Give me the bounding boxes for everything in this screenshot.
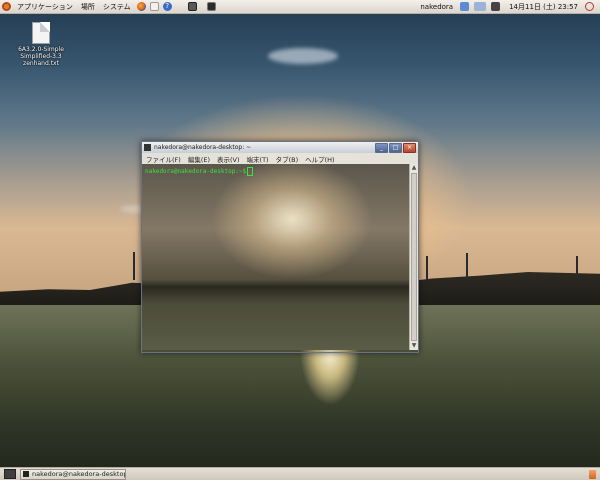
- text-cursor: [247, 167, 254, 176]
- menu-system[interactable]: システム: [99, 2, 135, 12]
- panel-tray: nakedora 14月11日 (土) 23:57: [413, 2, 600, 12]
- ubuntu-logo-icon[interactable]: [2, 2, 11, 11]
- network-icon[interactable]: [460, 2, 470, 11]
- top-panel: アプリケーション 場所 システム ? nakedora 14月11日 (土) 2…: [0, 0, 600, 14]
- scrollbar-thumb[interactable]: [411, 173, 417, 341]
- terminal-icon: [144, 144, 151, 151]
- desktop-file-icon[interactable]: 6A3.2.0-Simple Simplified-3.3 zenhand.tx…: [18, 22, 64, 67]
- power-pylon: [466, 253, 468, 279]
- menu-file[interactable]: ファイル(F): [146, 154, 181, 164]
- menu-help[interactable]: ヘルプ(H): [305, 154, 334, 164]
- terminal-window[interactable]: nakedora@nakedora-desktop: ~ _ □ × ファイル(…: [141, 141, 419, 353]
- bottom-panel: nakedora@nakedora-desktop: ~: [0, 467, 600, 480]
- terminal-menubar: ファイル(F) 編集(E) 表示(V) 端末(T) タブ(B) ヘルプ(H): [142, 153, 418, 164]
- username-label[interactable]: nakedora: [416, 3, 457, 11]
- keyboard-icon[interactable]: [474, 2, 487, 11]
- maximize-button[interactable]: □: [389, 142, 402, 153]
- scroll-down-arrow-icon[interactable]: ▼: [410, 342, 418, 350]
- window-titlebar[interactable]: nakedora@nakedora-desktop: ~ _ □ ×: [142, 142, 418, 153]
- terminal-prompt: nakedora@nakedora-desktop:~$: [145, 167, 254, 176]
- menu-applications[interactable]: アプリケーション: [13, 2, 77, 12]
- terminal-icon[interactable]: [206, 2, 216, 11]
- firefox-icon[interactable]: [136, 2, 146, 11]
- terminal-body[interactable]: nakedora@nakedora-desktop:~$ ▲ ▼: [142, 164, 418, 350]
- menu-tabs[interactable]: タブ(B): [276, 154, 299, 164]
- prompt-text: nakedora@nakedora-desktop:~$: [145, 168, 247, 175]
- window-controls: _ □ ×: [374, 142, 416, 153]
- minimize-button[interactable]: _: [375, 142, 388, 153]
- scroll-up-arrow-icon[interactable]: ▲: [410, 164, 418, 172]
- vertical-scrollbar[interactable]: ▲ ▼: [409, 164, 418, 350]
- terminal-icon: [23, 471, 29, 477]
- menu-edit[interactable]: 編集(E): [188, 154, 210, 164]
- wallpaper-cloud: [268, 48, 338, 64]
- volume-icon[interactable]: [491, 2, 501, 11]
- window-title: nakedora@nakedora-desktop: ~: [154, 144, 252, 151]
- close-button[interactable]: ×: [403, 142, 416, 153]
- menu-places[interactable]: 場所: [77, 2, 99, 12]
- taskbar-terminal-button[interactable]: nakedora@nakedora-desktop: ~: [20, 468, 126, 480]
- clock[interactable]: 14月11日 (土) 23:57: [505, 2, 582, 12]
- taskbar-label: nakedora@nakedora-desktop: ~: [32, 470, 126, 478]
- mail-icon[interactable]: [149, 2, 159, 11]
- menu-view[interactable]: 表示(V): [217, 154, 240, 164]
- monitor-icon[interactable]: [187, 2, 197, 11]
- help-icon[interactable]: ?: [162, 2, 172, 11]
- power-pylon: [576, 256, 578, 278]
- power-icon[interactable]: [585, 2, 594, 11]
- power-pylon: [426, 256, 428, 280]
- show-desktop-button[interactable]: [4, 469, 16, 479]
- menu-terminal[interactable]: 端末(T): [247, 154, 269, 164]
- trash-icon[interactable]: [589, 469, 596, 479]
- text-file-icon: [32, 22, 50, 44]
- desktop-file-label: 6A3.2.0-Simple Simplified-3.3 zenhand.tx…: [18, 46, 64, 67]
- power-pylon: [133, 252, 135, 280]
